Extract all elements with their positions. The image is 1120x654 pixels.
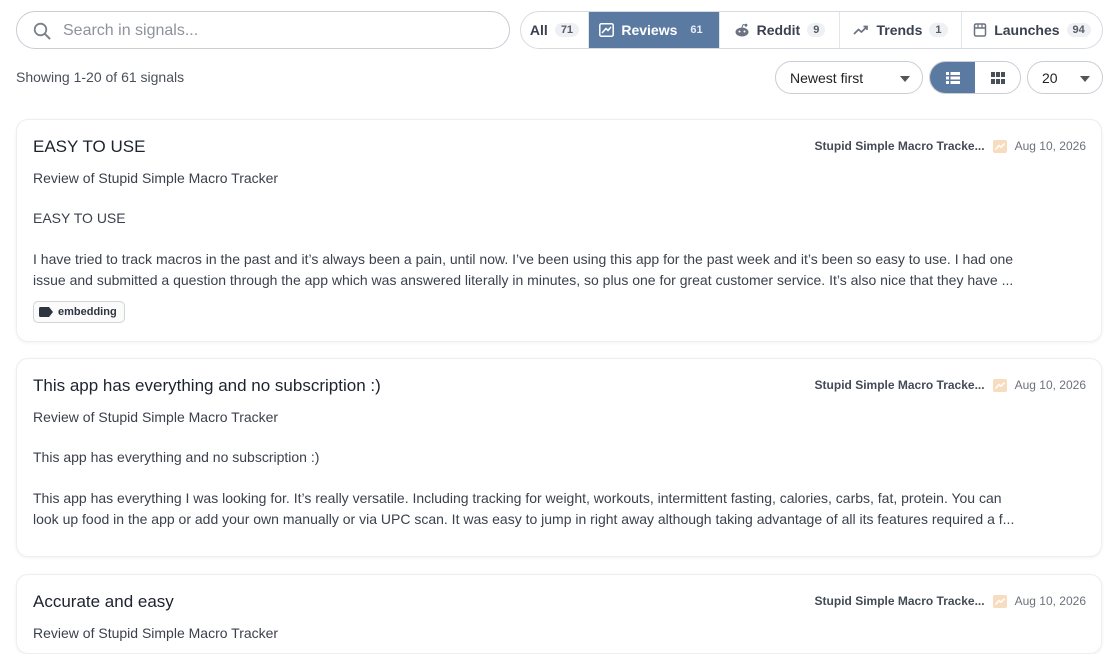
tab-count: 9 (807, 23, 826, 37)
sort-selected-value: Newest first (790, 69, 864, 86)
search-input[interactable] (61, 18, 495, 44)
review-badge-icon (992, 139, 1007, 153)
review-icon (599, 23, 615, 37)
tab-count: 71 (554, 23, 580, 37)
tab-count: 61 (690, 24, 703, 36)
signal-body-line: I have tried to track macros in the past… (33, 251, 1014, 267)
signal-app-name: Stupid Simple Macro Tracke... (814, 594, 985, 608)
source-tabs: All 71 Reviews 61 Reddit 9 Trends 1 Laun… (520, 11, 1103, 49)
view-toggle (929, 61, 1021, 94)
page-size-select[interactable]: 20 (1027, 61, 1103, 94)
tab-count: 94 (1066, 23, 1091, 37)
review-badge-icon (992, 594, 1007, 608)
search-box[interactable] (16, 11, 510, 49)
signal-date: Aug 10, 2026 (1014, 139, 1086, 153)
chevron-down-icon (1080, 76, 1090, 82)
tab-launches[interactable]: Launches 94 (962, 12, 1102, 48)
signal-review-heading: This app has everything and no subscript… (33, 449, 320, 465)
signal-title[interactable]: EASY TO USE (33, 137, 145, 157)
signal-title[interactable]: This app has everything and no subscript… (33, 376, 381, 396)
trend-icon (853, 25, 869, 35)
signal-body: I have tried to track macros in the past… (33, 249, 1085, 291)
tab-label: All (529, 22, 548, 38)
signal-meta: Stupid Simple Macro Tracke... Aug 10, 20… (815, 378, 1086, 392)
tab-reddit[interactable]: Reddit 9 (720, 12, 840, 48)
toolbar: All 71 Reviews 61 Reddit 9 (16, 11, 1103, 51)
signal-body: This app has everything I was looking fo… (33, 488, 1085, 530)
signal-body-line: look up food in the app or add your own … (33, 511, 1015, 527)
signal-app-name: Stupid Simple Macro Tracke... (814, 139, 985, 153)
signal-card[interactable]: EASY TO USE Stupid Simple Macro Tracke..… (16, 119, 1102, 342)
grid-view-button[interactable] (975, 62, 1020, 93)
signal-subtitle: Review of Stupid Simple Macro Tracker (33, 170, 279, 186)
store-icon (973, 23, 987, 37)
tag-chip[interactable]: embedding (33, 301, 125, 323)
tab-trends[interactable]: Trends 1 (840, 12, 962, 48)
signal-subtitle: Review of Stupid Simple Macro Tracker (33, 409, 279, 425)
tab-count: 1 (929, 23, 948, 37)
signal-subtitle: Review of Stupid Simple Macro Tracker (33, 625, 279, 641)
signal-card[interactable]: This app has everything and no subscript… (16, 358, 1102, 557)
tag-icon (39, 307, 53, 317)
sort-select[interactable]: Newest first (775, 61, 923, 94)
tab-label: Launches (994, 22, 1060, 38)
signal-card[interactable]: Accurate and easy Stupid Simple Macro Tr… (16, 574, 1102, 654)
tag-label: embedding (58, 306, 117, 318)
chevron-down-icon (900, 76, 910, 82)
signal-body-line: issue and submitted a question through t… (33, 272, 1014, 288)
results-count: Showing 1-20 of 61 signals (16, 69, 185, 85)
signal-meta: Stupid Simple Macro Tracke... Aug 10, 20… (815, 139, 1086, 153)
signal-meta: Stupid Simple Macro Tracke... Aug 10, 20… (815, 594, 1086, 608)
list-icon (945, 71, 960, 84)
tab-all[interactable]: All 71 (521, 12, 589, 48)
tab-label: Reddit (756, 22, 801, 38)
signal-app-name: Stupid Simple Macro Tracke... (814, 378, 985, 392)
tab-label: Trends (876, 22, 923, 38)
signal-body-line: This app has everything I was looking fo… (33, 490, 1002, 506)
signal-title[interactable]: Accurate and easy (33, 592, 174, 612)
list-view-button[interactable] (930, 62, 975, 93)
signal-review-heading: EASY TO USE (33, 210, 126, 226)
signal-date: Aug 10, 2026 (1014, 594, 1086, 608)
review-badge-icon (992, 378, 1007, 392)
tab-reviews[interactable]: Reviews 61 (589, 12, 720, 48)
search-icon (33, 22, 51, 40)
grid-icon (990, 71, 1005, 84)
page-size-selected-value: 20 (1042, 69, 1058, 86)
tab-label: Reviews (621, 22, 678, 38)
reddit-icon (735, 23, 749, 37)
signal-date: Aug 10, 2026 (1014, 378, 1086, 392)
